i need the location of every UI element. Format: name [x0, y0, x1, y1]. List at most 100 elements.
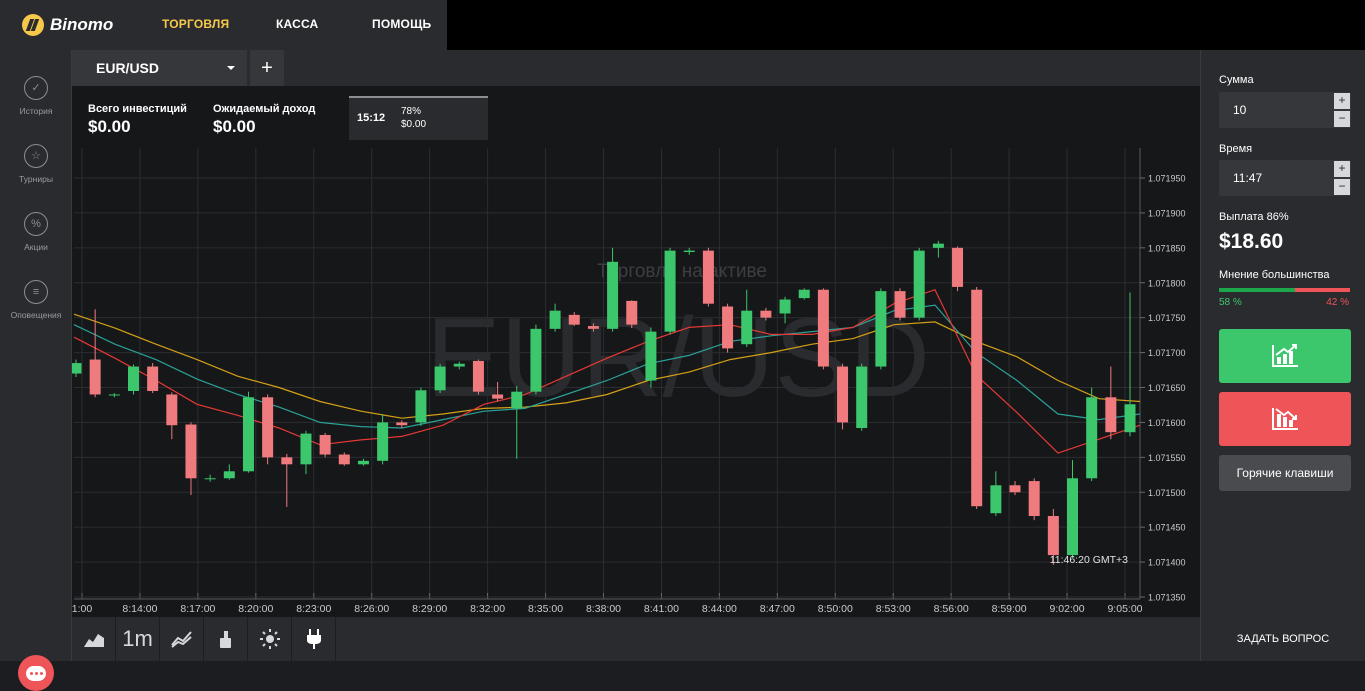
candle-body — [472, 360, 484, 392]
chart-type-button[interactable] — [72, 617, 116, 661]
y-tick-label: 1.071600 — [1148, 418, 1186, 428]
trade-panel: Сумма 10 + − Время 11:47 + − Выплата 86%… — [1200, 50, 1365, 617]
drawing-tools-button[interactable] — [204, 617, 248, 661]
candle-body — [1124, 404, 1136, 433]
chart-lines-icon — [170, 631, 192, 648]
ask-question-button[interactable]: ЗАДАТЬ ВОПРОС — [1200, 617, 1365, 661]
put-down-button[interactable] — [1219, 392, 1351, 446]
current-time-label: 11:46:20 GMT+3 — [1050, 554, 1128, 566]
candle-body — [338, 454, 350, 465]
candle-body — [415, 390, 427, 423]
deal-card[interactable]: 15:12 78% $0.00 — [349, 96, 488, 140]
candle-body — [587, 326, 599, 329]
area-chart-icon — [83, 634, 104, 647]
nav-help[interactable]: ПОМОЩЬ — [372, 17, 431, 31]
amount-field[interactable]: 10 + − — [1219, 92, 1351, 128]
candle-body — [1105, 397, 1117, 433]
time-decrease-button[interactable]: − — [1334, 179, 1350, 195]
x-tick-label: 8:47:00 — [760, 603, 795, 615]
check-circle-icon: ✓ — [24, 76, 48, 100]
sidebar-item-history[interactable]: ✓ История — [0, 76, 72, 136]
x-tick-label: 8:53:00 — [876, 603, 911, 615]
time-field[interactable]: 11:47 + − — [1219, 160, 1351, 196]
candle-body — [396, 422, 408, 426]
asset-tab-bar: EUR/USD + — [72, 50, 1200, 86]
chat-button[interactable] — [18, 655, 54, 691]
y-tick-label: 1.071500 — [1148, 488, 1186, 498]
candle-body — [913, 250, 925, 318]
candle-body — [1086, 397, 1098, 479]
candlestick-chart[interactable]: 1:00 8:14:00 8:17:00 8:20:00 8:23:00 8:26:00 8… — [72, 86, 1200, 617]
candle-body — [377, 422, 389, 461]
sidebar-item-label: Турниры — [19, 174, 53, 184]
y-tick-label: 1.071550 — [1148, 453, 1186, 463]
x-tick-label: 8:26:00 — [354, 603, 389, 615]
deal-amount: $0.00 — [401, 119, 427, 130]
deal-time: 15:12 — [357, 112, 386, 124]
sidebar-item-promotions[interactable]: % Акции — [0, 212, 72, 272]
y-tick-label: 1.071400 — [1148, 558, 1186, 568]
x-tick-label: 9:02:00 — [1050, 603, 1085, 615]
candle-body — [281, 457, 293, 465]
amount-label: Сумма — [1219, 74, 1254, 86]
y-tick-label: 1.071350 — [1148, 593, 1186, 603]
nav-cashier[interactable]: КАССА — [276, 17, 318, 31]
sidebar-item-notifications[interactable]: ≡ Оповещения — [0, 280, 72, 340]
binomo-logo-icon — [22, 14, 44, 36]
asset-tab-eurusd[interactable]: EUR/USD — [72, 50, 247, 86]
x-tick-label: 8:32:00 — [470, 603, 505, 615]
connection-button[interactable] — [292, 617, 336, 661]
candle-body — [319, 434, 331, 455]
candle-body — [952, 247, 964, 287]
call-up-button[interactable] — [1219, 329, 1351, 383]
candle-body — [607, 261, 619, 329]
candle-body — [932, 243, 944, 248]
add-asset-button[interactable]: + — [250, 50, 284, 86]
x-tick-label: 8:20:00 — [238, 603, 273, 615]
hotkeys-button[interactable]: Горячие клавиши — [1219, 455, 1351, 491]
chart-area[interactable]: 1:00 8:14:00 8:17:00 8:20:00 8:23:00 8:26:00 8… — [72, 86, 1200, 617]
candle-body — [357, 460, 369, 465]
header-blank-area — [447, 0, 1365, 50]
candle-body — [702, 250, 714, 304]
brand-logo[interactable]: Binomo — [22, 13, 113, 37]
total-investments: Всего инвестиций $0.00 — [88, 103, 187, 137]
time-value[interactable]: 11:47 — [1233, 171, 1262, 185]
timeframe-button[interactable]: 1m — [116, 617, 160, 661]
candle-body — [722, 306, 734, 349]
candle-body — [72, 363, 82, 374]
candle-body — [166, 394, 178, 426]
percent-circle-icon: % — [24, 212, 48, 236]
y-tick-label: 1.071450 — [1148, 523, 1186, 533]
majority-up-fill — [1219, 288, 1295, 292]
indicators-button[interactable] — [160, 617, 204, 661]
nav-trading[interactable]: ТОРГОВЛЯ — [162, 17, 229, 31]
x-tick-label: 8:29:00 — [412, 603, 447, 615]
left-sidebar: ✓ История ☆ Турниры % Акции ≡ Оповещения — [0, 50, 72, 691]
candle-body — [760, 310, 772, 318]
total-investments-label: Всего инвестиций — [88, 103, 187, 115]
y-tick-label: 1.071650 — [1148, 383, 1186, 393]
expected-income: Ожидаемый доход $0.00 — [213, 103, 315, 137]
chart-up-icon — [1272, 344, 1298, 367]
x-tick-label: 9:05:00 — [1107, 603, 1142, 615]
x-tick-label: 1:00 — [72, 603, 92, 615]
brush-cup-icon — [219, 631, 231, 648]
chat-bubble-icon — [26, 665, 46, 681]
sidebar-item-tournaments[interactable]: ☆ Турниры — [0, 144, 72, 204]
x-tick-label: 8:56:00 — [934, 603, 969, 615]
theme-button[interactable] — [248, 617, 292, 661]
total-investments-value: $0.00 — [88, 117, 131, 136]
candle-body — [1028, 481, 1040, 516]
amount-increase-button[interactable]: + — [1334, 93, 1350, 109]
sidebar-item-label: Оповещения — [10, 310, 62, 320]
x-tick-label: 8:50:00 — [818, 603, 853, 615]
candle-body — [664, 250, 676, 332]
time-increase-button[interactable]: + — [1334, 161, 1350, 177]
time-label: Время — [1219, 143, 1253, 155]
amount-decrease-button[interactable]: − — [1334, 111, 1350, 127]
amount-value[interactable]: 10 — [1233, 103, 1246, 117]
candle-body — [511, 391, 523, 409]
candle-body — [434, 366, 446, 391]
majority-down-percent: 42 % — [1326, 297, 1349, 308]
